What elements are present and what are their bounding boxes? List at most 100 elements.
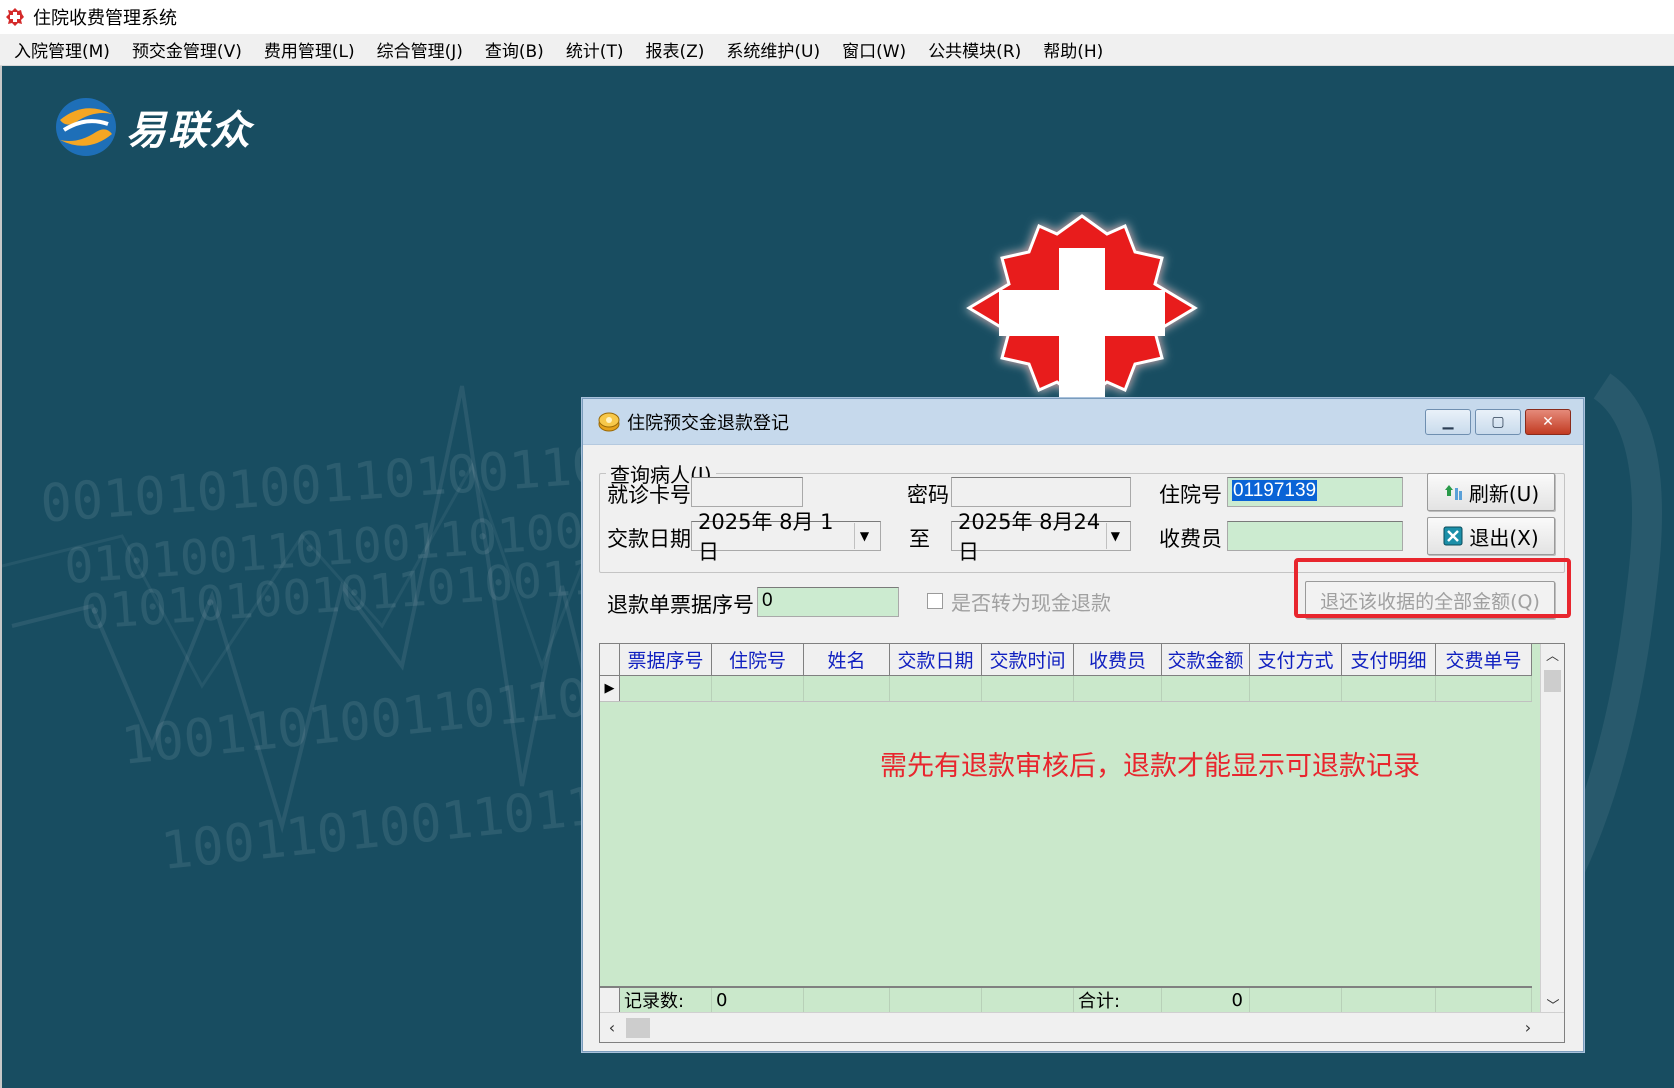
column-header-inpatient-no[interactable]: 住院号 bbox=[712, 644, 804, 675]
app-logo-icon bbox=[6, 8, 24, 26]
vertical-scrollbar[interactable]: ︿ ﹀ bbox=[1540, 644, 1564, 1014]
table-cell[interactable] bbox=[1074, 676, 1162, 701]
menu-bar: 入院管理(M) 预交金管理(V) 费用管理(L) 综合管理(J) 查询(B) 统… bbox=[0, 34, 1674, 66]
column-header-pay-time[interactable]: 交款时间 bbox=[982, 644, 1074, 675]
minimize-icon: ▁ bbox=[1442, 414, 1454, 430]
window-controls: ▁ ▢ ✕ bbox=[1425, 409, 1571, 435]
column-header-name[interactable]: 姓名 bbox=[804, 644, 890, 675]
refund-records-grid[interactable]: 票据序号 住院号 姓名 交款日期 交款时间 收费员 交款金额 支付方式 支付明细… bbox=[599, 643, 1565, 1043]
scroll-left-icon[interactable]: ‹ bbox=[600, 1018, 624, 1037]
refund-notice-annotation: 需先有退款审核后，退款才能显示可退款记录 bbox=[880, 751, 1420, 782]
minimize-button[interactable]: ▁ bbox=[1425, 409, 1471, 435]
column-header-bill-no[interactable]: 交费单号 bbox=[1436, 644, 1532, 675]
payment-date-label: 交款日期 bbox=[607, 527, 691, 551]
dialog-title: 住院预交金退款登记 bbox=[627, 412, 789, 434]
menu-admission[interactable]: 入院管理(M) bbox=[4, 37, 120, 62]
horizontal-scroll-thumb[interactable] bbox=[626, 1017, 650, 1038]
table-cell[interactable] bbox=[712, 676, 804, 701]
menu-general[interactable]: 综合管理(J) bbox=[367, 37, 473, 62]
total-label: 合计: bbox=[1074, 988, 1162, 1012]
highlight-annotation-box bbox=[1294, 558, 1571, 618]
maximize-icon: ▢ bbox=[1491, 414, 1505, 430]
column-header-pay-date[interactable]: 交款日期 bbox=[890, 644, 982, 675]
record-count-value: 0 bbox=[712, 988, 804, 1012]
footer-cell bbox=[1342, 988, 1436, 1012]
footer-cell bbox=[1436, 988, 1532, 1012]
logo-swirl-icon bbox=[56, 98, 116, 156]
card-number-input[interactable] bbox=[691, 477, 803, 507]
scroll-down-icon[interactable]: ﹀ bbox=[1541, 994, 1564, 1014]
inpatient-number-input[interactable]: 01197139 bbox=[1227, 477, 1403, 507]
column-header-pay-detail[interactable]: 支付明细 bbox=[1342, 644, 1436, 675]
menu-window[interactable]: 窗口(W) bbox=[832, 37, 916, 62]
grid-footer: 记录数: 0 合计: 0 bbox=[600, 986, 1532, 1012]
cashier-input[interactable] bbox=[1227, 521, 1403, 551]
table-cell[interactable] bbox=[890, 676, 982, 701]
exit-icon bbox=[1443, 526, 1463, 546]
menu-common[interactable]: 公共模块(R) bbox=[918, 37, 1031, 62]
card-number-label: 就诊卡号 bbox=[607, 483, 691, 507]
inpatient-number-value: 01197139 bbox=[1232, 480, 1318, 501]
menu-statistics[interactable]: 统计(T) bbox=[556, 37, 634, 62]
scroll-right-icon[interactable]: › bbox=[1516, 1018, 1540, 1037]
date-from-value: 2025年 8月 1日 bbox=[698, 510, 834, 564]
password-input[interactable] bbox=[951, 477, 1131, 507]
vertical-scroll-thumb[interactable] bbox=[1544, 670, 1561, 692]
table-cell[interactable] bbox=[1250, 676, 1342, 701]
column-header-receipt-seq[interactable]: 票据序号 bbox=[620, 644, 712, 675]
refund-seq-label: 退款单票据序号 bbox=[607, 593, 754, 617]
column-header-amount[interactable]: 交款金额 bbox=[1162, 644, 1250, 675]
logo-text: 易联众 bbox=[126, 107, 252, 154]
table-cell[interactable] bbox=[620, 676, 712, 701]
prepayment-refund-dialog: 住院预交金退款登记 ▁ ▢ ✕ 查询病人(I) 就诊卡号 密码 住院号 0119… bbox=[582, 398, 1584, 1052]
footer-cell bbox=[1250, 988, 1342, 1012]
menu-reports[interactable]: 报表(Z) bbox=[635, 37, 714, 62]
chevron-down-icon[interactable]: ▼ bbox=[854, 523, 874, 549]
cash-refund-label: 是否转为现金退款 bbox=[951, 591, 1111, 615]
column-header-pay-method[interactable]: 支付方式 bbox=[1250, 644, 1342, 675]
cashier-label: 收费员 bbox=[1159, 527, 1222, 551]
footer-cell bbox=[804, 988, 890, 1012]
menu-query[interactable]: 查询(B) bbox=[475, 37, 554, 62]
table-row[interactable]: ▶ bbox=[600, 676, 1532, 702]
column-header-cashier[interactable]: 收费员 bbox=[1074, 644, 1162, 675]
menu-prepayment[interactable]: 预交金管理(V) bbox=[122, 37, 252, 62]
date-to-label: 至 bbox=[909, 527, 930, 551]
horizontal-scrollbar[interactable]: ‹ › bbox=[600, 1012, 1564, 1042]
table-cell[interactable] bbox=[982, 676, 1074, 701]
scroll-up-icon[interactable]: ︿ bbox=[1541, 644, 1564, 664]
grid-header: 票据序号 住院号 姓名 交款日期 交款时间 收费员 交款金额 支付方式 支付明细… bbox=[600, 644, 1532, 676]
table-cell[interactable] bbox=[1162, 676, 1250, 701]
refund-seq-input[interactable]: 0 bbox=[757, 587, 899, 617]
date-from-picker[interactable]: 2025年 8月 1日 ▼ bbox=[691, 510, 881, 564]
exit-button-label: 退出(X) bbox=[1469, 525, 1539, 550]
footer-cell bbox=[982, 988, 1074, 1012]
dialog-titlebar[interactable]: 住院预交金退款登记 ▁ ▢ ✕ bbox=[583, 399, 1583, 445]
password-label: 密码 bbox=[907, 483, 949, 507]
menu-system[interactable]: 系统维护(U) bbox=[716, 37, 830, 62]
row-pointer-icon: ▶ bbox=[600, 676, 620, 701]
close-button[interactable]: ✕ bbox=[1525, 409, 1571, 435]
table-cell[interactable] bbox=[1342, 676, 1436, 701]
maximize-button[interactable]: ▢ bbox=[1475, 409, 1521, 435]
close-icon: ✕ bbox=[1542, 414, 1554, 430]
chevron-down-icon[interactable]: ▼ bbox=[1105, 523, 1124, 549]
table-cell[interactable] bbox=[804, 676, 890, 701]
inpatient-number-label: 住院号 bbox=[1159, 483, 1222, 507]
refresh-button-label: 刷新(U) bbox=[1468, 481, 1540, 506]
date-to-value: 2025年 8月24日 bbox=[958, 510, 1101, 564]
menu-fees[interactable]: 费用管理(L) bbox=[254, 37, 365, 62]
menu-help[interactable]: 帮助(H) bbox=[1033, 37, 1113, 62]
company-logo: 易联众 bbox=[54, 96, 252, 158]
table-cell[interactable] bbox=[1436, 676, 1532, 701]
cash-refund-checkbox[interactable] bbox=[927, 593, 943, 609]
red-cross-icon bbox=[966, 214, 1198, 402]
date-to-picker[interactable]: 2025年 8月24日 ▼ bbox=[951, 510, 1131, 564]
grid-corner bbox=[600, 644, 620, 675]
exit-button[interactable]: 退出(X) bbox=[1427, 517, 1555, 555]
refresh-icon bbox=[1444, 485, 1462, 500]
dialog-body: 查询病人(I) 就诊卡号 密码 住院号 01197139 刷新(U) 交款日期 … bbox=[583, 445, 1583, 1051]
footer-cell bbox=[890, 988, 982, 1012]
app-titlebar: 住院收费管理系统 bbox=[0, 0, 1674, 34]
refresh-button[interactable]: 刷新(U) bbox=[1427, 473, 1555, 511]
